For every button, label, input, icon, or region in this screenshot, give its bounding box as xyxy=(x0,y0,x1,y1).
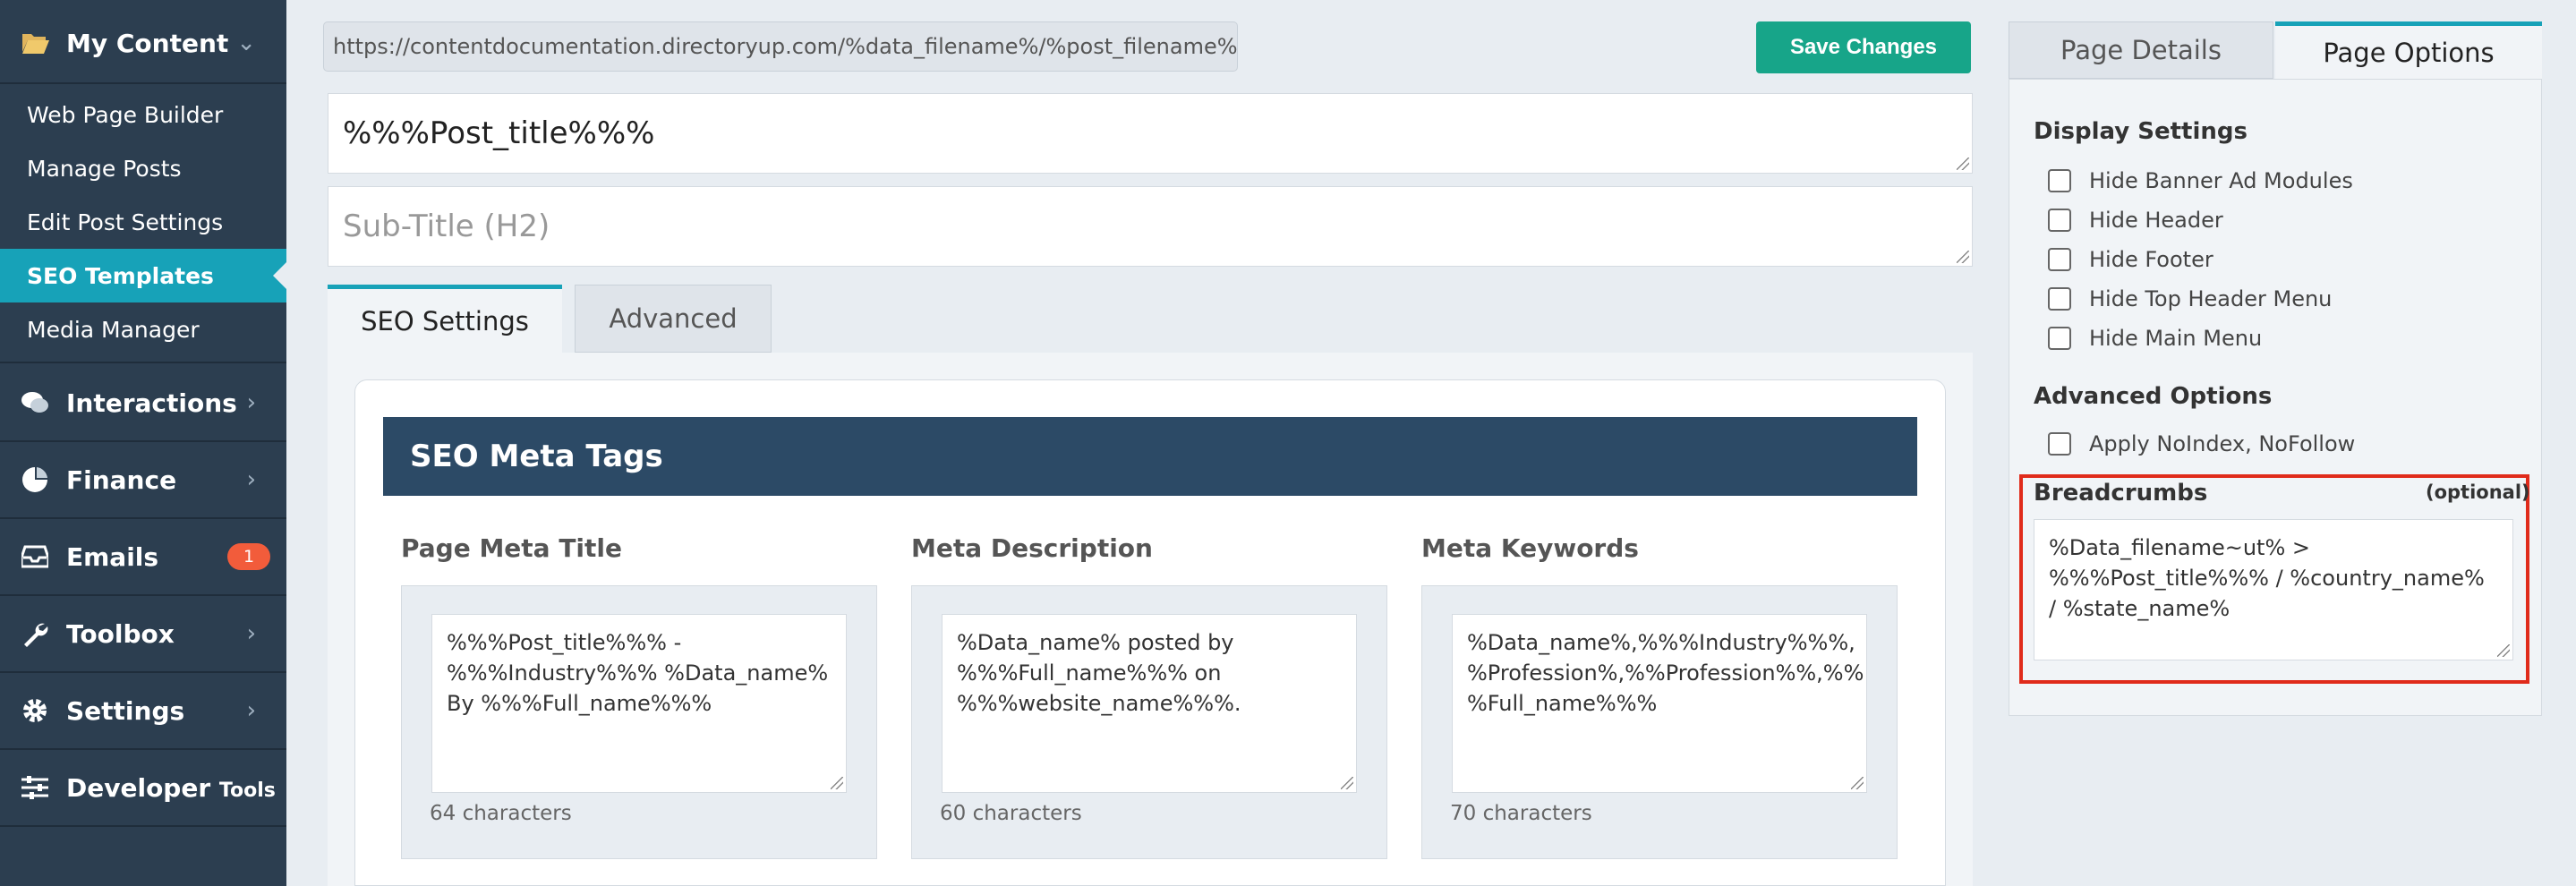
resize-handle-icon[interactable] xyxy=(1851,777,1864,789)
breadcrumbs-label: Breadcrumbs xyxy=(2034,480,2208,507)
breadcrumbs-optional-note: (optional) xyxy=(2426,481,2530,503)
sliders-icon xyxy=(20,772,50,803)
chevron-down-icon: ⌄ xyxy=(236,30,256,56)
gear-icon xyxy=(20,695,50,726)
sidebar-item-emails[interactable]: Emails 1 xyxy=(0,539,286,575)
page-meta-title-label: Page Meta Title xyxy=(401,533,622,563)
wrench-icon xyxy=(20,618,50,649)
hide-top-header-menu-checkbox[interactable]: Hide Top Header Menu xyxy=(2048,286,2332,311)
page-meta-title-count: 64 characters xyxy=(430,802,572,825)
chevron-right-icon: › xyxy=(246,697,256,724)
sidebar-item-label: My Content xyxy=(66,28,229,58)
chat-bubbles-icon xyxy=(20,388,50,418)
meta-description-label: Meta Description xyxy=(911,533,1153,563)
inbox-icon xyxy=(20,541,50,572)
sidebar-item-interactions[interactable]: Interactions › xyxy=(0,385,286,421)
resize-handle-icon[interactable] xyxy=(831,777,843,789)
save-changes-button[interactable]: Save Changes xyxy=(1756,21,1971,73)
meta-description-textarea[interactable]: %Data_name% posted by %%%Full_name%%% on… xyxy=(942,614,1357,793)
hide-main-menu-checkbox[interactable]: Hide Main Menu xyxy=(2048,326,2262,351)
folder-open-icon xyxy=(20,28,50,58)
sidebar-item-finance[interactable]: Finance › xyxy=(0,462,286,498)
tab-page-options[interactable]: Page Options xyxy=(2275,21,2542,79)
subtitle-input[interactable]: Sub-Title (H2) xyxy=(328,186,1973,267)
checkbox-box[interactable] xyxy=(2048,169,2071,192)
meta-keywords-count: 70 characters xyxy=(1450,802,1592,825)
sidebar-item-seo-templates[interactable]: SEO Templates xyxy=(0,249,287,302)
sidebar-item-label: Interactions xyxy=(66,388,237,418)
advanced-options-heading: Advanced Options xyxy=(2034,383,2273,410)
permalink-url: https://contentdocumentation.directoryup… xyxy=(323,21,1238,72)
hide-footer-checkbox[interactable]: Hide Footer xyxy=(2048,247,2213,272)
meta-keywords-label: Meta Keywords xyxy=(1421,533,1639,563)
hide-banner-ad-modules-checkbox[interactable]: Hide Banner Ad Modules xyxy=(2048,168,2353,193)
sidebar-my-content[interactable]: My Content ⌄ xyxy=(0,0,286,84)
resize-handle-icon[interactable] xyxy=(1957,158,1969,170)
chevron-right-icon: › xyxy=(246,620,256,647)
tab-page-details[interactable]: Page Details xyxy=(2009,21,2273,79)
breadcrumbs-textarea[interactable]: %Data_filename~ut% > %%%Post_title%%% / … xyxy=(2034,519,2513,660)
tab-advanced[interactable]: Advanced xyxy=(575,285,772,353)
pie-chart-icon xyxy=(20,464,50,495)
sidebar-item-web-page-builder[interactable]: Web Page Builder xyxy=(0,88,286,141)
meta-keywords-textarea[interactable]: %Data_name%,%%%Industry%%%, %Profession%… xyxy=(1452,614,1867,793)
sidebar-item-toolbox[interactable]: Toolbox › xyxy=(0,616,286,652)
checkbox-box[interactable] xyxy=(2048,248,2071,271)
chevron-right-icon: › xyxy=(246,466,256,493)
sidebar-item-settings[interactable]: Settings › xyxy=(0,693,286,728)
apply-noindex-nofollow-checkbox[interactable]: Apply NoIndex, NoFollow xyxy=(2048,431,2355,456)
sidebar-item-label: Emails xyxy=(66,541,159,572)
page-meta-title-textarea[interactable]: %%%Post_title%%% - %%%Industry%%% %Data_… xyxy=(431,614,847,793)
resize-handle-icon[interactable] xyxy=(1957,251,1969,263)
sidebar-item-label: Toolbox xyxy=(66,618,175,649)
checkbox-box[interactable] xyxy=(2048,209,2071,232)
chevron-right-icon: › xyxy=(246,389,256,416)
sidebar: My Content ⌄ Web Page Builder Manage Pos… xyxy=(0,0,287,886)
checkbox-box[interactable] xyxy=(2048,327,2071,350)
sidebar-item-manage-posts[interactable]: Manage Posts xyxy=(0,141,286,195)
seo-meta-tags-header: SEO Meta Tags xyxy=(383,417,1917,496)
display-settings-heading: Display Settings xyxy=(2034,118,2248,145)
sidebar-item-edit-post-settings[interactable]: Edit Post Settings xyxy=(0,195,286,249)
tab-seo-settings[interactable]: SEO Settings xyxy=(328,285,562,353)
resize-handle-icon[interactable] xyxy=(2497,644,2510,657)
sidebar-item-media-manager[interactable]: Media Manager xyxy=(0,302,286,356)
checkbox-box[interactable] xyxy=(2048,432,2071,456)
hide-header-checkbox[interactable]: Hide Header xyxy=(2048,208,2223,233)
post-title-input[interactable]: %%%Post_title%%% xyxy=(328,93,1973,174)
meta-description-count: 60 characters xyxy=(940,802,1082,825)
sidebar-item-label: Settings xyxy=(66,695,185,726)
emails-count-badge: 1 xyxy=(227,543,270,570)
sidebar-item-label: Developer Tools xyxy=(66,772,276,803)
resize-handle-icon[interactable] xyxy=(1341,777,1353,789)
sidebar-item-label: Finance xyxy=(66,464,177,495)
sidebar-item-developer-tools[interactable]: Developer Tools xyxy=(0,770,286,805)
checkbox-box[interactable] xyxy=(2048,287,2071,311)
